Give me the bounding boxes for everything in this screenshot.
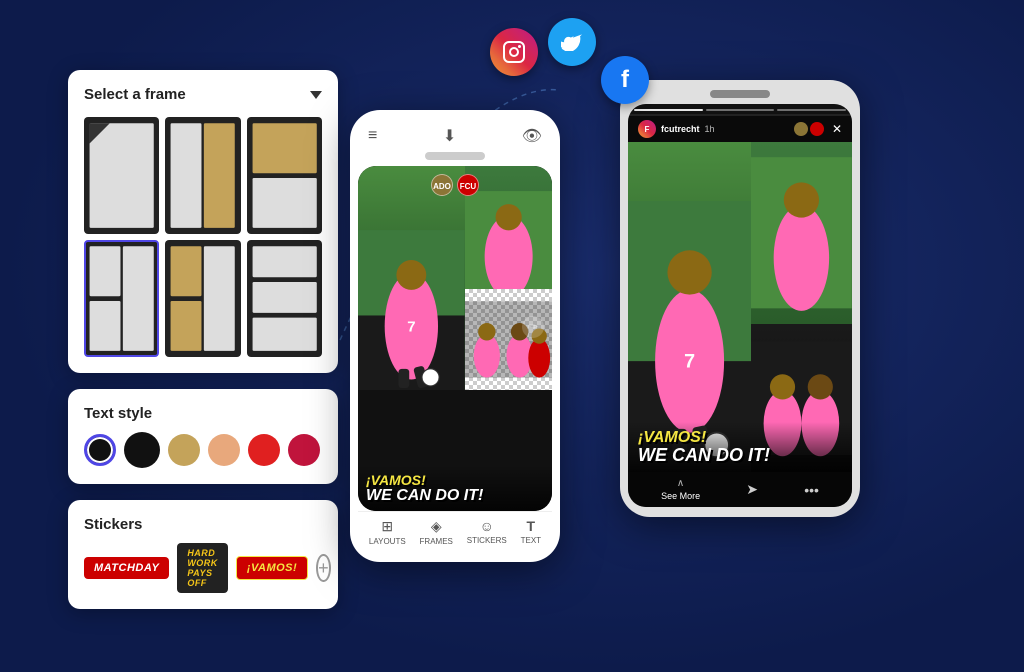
stickers-card: Stickers MATCHDAY HARD WORKPAYS OFF ¡VAM… (68, 500, 338, 609)
download-icon[interactable]: ⬇ (443, 126, 456, 146)
editor-toolbar-top: ≡ ⬇ 👁 (358, 120, 552, 152)
frame-option-3[interactable] (247, 117, 322, 234)
swatch-crimson[interactable] (288, 434, 320, 466)
preview-bottom-bar: ∧ See More ➤ ••• (628, 472, 852, 507)
frame-option-4[interactable] (84, 240, 159, 357)
left-panel: Select a frame (68, 70, 338, 609)
layouts-button[interactable]: ⊞ LAYOUTS (369, 518, 406, 546)
collage-side-photos (465, 166, 552, 390)
editor-phone: ≡ ⬇ 👁 ADO F (350, 110, 560, 562)
team-logo-right: FCU (457, 174, 479, 196)
story-username: fcutrecht (661, 124, 700, 134)
close-story-icon[interactable]: ✕ (832, 122, 842, 136)
preview-logo-left (794, 122, 808, 136)
progress-bar-1 (634, 109, 703, 111)
menu-icon[interactable]: ≡ (368, 127, 377, 145)
preview-vamos-text: ¡VAMOS! (638, 430, 842, 446)
story-content: 7 (628, 142, 852, 472)
team-logos: ADO FCU (431, 174, 479, 196)
preview-status-bar: F fcutrecht 1h ✕ (628, 116, 852, 142)
frame-option-6[interactable] (247, 240, 322, 357)
chevron-up-icon: ∧ (677, 478, 684, 489)
preview-phone-notch (710, 90, 770, 98)
swatch-red[interactable] (248, 434, 280, 466)
svg-text:7: 7 (407, 318, 415, 335)
send-icon[interactable]: ➤ (746, 481, 758, 498)
swatch-peach[interactable] (208, 434, 240, 466)
phone-notch (425, 152, 485, 160)
instagram-icon[interactable] (490, 28, 538, 76)
frames-button[interactable]: ◈ FRAMES (420, 518, 453, 546)
see-more-label[interactable]: See More (661, 491, 700, 501)
preview-side-top (751, 142, 852, 324)
frame-option-1[interactable] (84, 117, 159, 234)
collage-side-bottom-photo (465, 289, 552, 390)
stickers-title: Stickers (84, 516, 322, 533)
svg-text:ADO: ADO (433, 182, 451, 191)
collage-main-photo: 7 (358, 166, 465, 390)
dropdown-arrow-icon[interactable] (310, 91, 322, 99)
facebook-icon[interactable]: f (601, 56, 649, 104)
color-swatches (84, 432, 322, 468)
stickers-button[interactable]: ☺ STICKERS (467, 518, 507, 545)
editor-toolbar-bottom: ⊞ LAYOUTS ◈ FRAMES ☺ STICKERS T TEXT (358, 511, 552, 552)
we-can-text: WE CAN DO IT! (366, 487, 544, 505)
social-icons-group: f (490, 28, 649, 84)
story-time: 1h (705, 124, 715, 134)
editor-phone-shell: ≡ ⬇ 👁 ADO F (350, 110, 560, 562)
swatch-black[interactable] (84, 434, 116, 466)
editor-collage: ADO FCU (358, 166, 552, 511)
frame-selector-header[interactable]: Select a frame (84, 86, 322, 103)
eye-icon[interactable]: 👁 (522, 126, 542, 146)
text-button[interactable]: T TEXT (521, 518, 541, 545)
preview-logo-right (810, 122, 824, 136)
editor-screen: ADO FCU (358, 166, 552, 511)
match-text-overlay: ¡VAMOS! WE CAN DO IT! (358, 465, 552, 511)
frame-option-5[interactable] (165, 240, 240, 357)
collage-grid: 7 (358, 166, 552, 390)
sticker-vamos[interactable]: ¡VAMOS! (236, 556, 308, 580)
frame-selector-card: Select a frame (68, 70, 338, 373)
sticker-hardwork[interactable]: HARD WORKPAYS OFF (177, 543, 228, 593)
svg-text:7: 7 (684, 350, 695, 372)
story-avatar: F (638, 120, 656, 138)
swatch-black-large[interactable] (124, 432, 160, 468)
swatch-gold[interactable] (168, 434, 200, 466)
frame-selector-title: Select a frame (84, 86, 186, 103)
twitter-icon[interactable] (548, 18, 596, 66)
sticker-row: MATCHDAY HARD WORKPAYS OFF ¡VAMOS! + (84, 543, 322, 593)
frame-option-2[interactable] (165, 117, 240, 234)
progress-bar-2 (706, 109, 775, 111)
sticker-matchday[interactable]: MATCHDAY (84, 557, 169, 579)
preview-phone-shell: F fcutrecht 1h ✕ (620, 80, 860, 517)
more-options-icon[interactable]: ••• (804, 482, 819, 498)
sticker-add-button[interactable]: + (316, 554, 331, 582)
preview-screen: F fcutrecht 1h ✕ (628, 104, 852, 507)
progress-bar-3 (777, 109, 846, 111)
svg-text:FCU: FCU (460, 182, 477, 191)
team-logo-left: ADO (431, 174, 453, 196)
preview-we-can-text: WE CAN DO IT! (638, 446, 842, 466)
preview-text-overlay: ¡VAMOS! WE CAN DO IT! (628, 422, 852, 472)
frame-grid (84, 117, 322, 357)
text-style-card: Text style (68, 389, 338, 484)
preview-phone: F fcutrecht 1h ✕ (620, 80, 860, 517)
text-style-title: Text style (84, 405, 322, 422)
preview-team-logos (794, 122, 824, 136)
vamos-text: ¡VAMOS! (366, 473, 544, 487)
